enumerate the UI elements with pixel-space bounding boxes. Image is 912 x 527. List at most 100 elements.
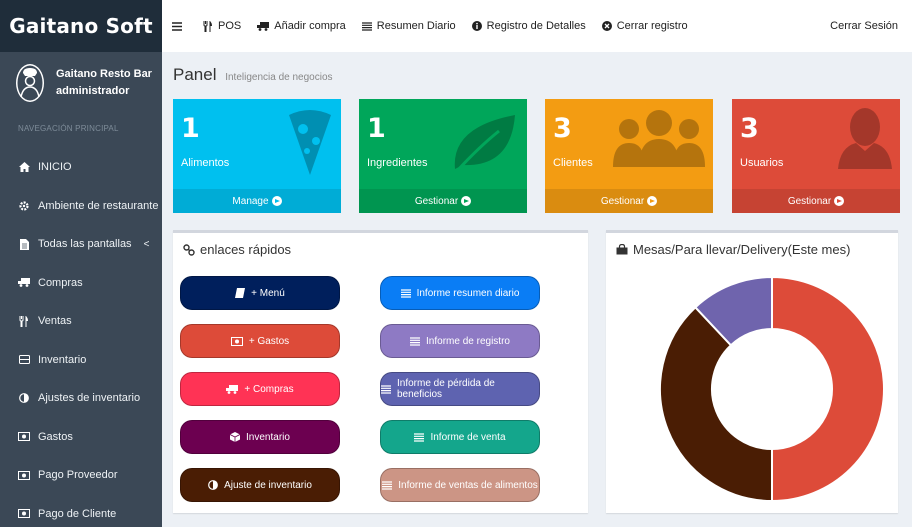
sidebar-item-ambiente[interactable]: Ambiente de restaurante <box>0 187 162 226</box>
shopping-bag-icon <box>616 244 628 255</box>
profit-loss-report-button[interactable]: Informe de pérdida de beneficios <box>380 372 540 406</box>
topbar-pos-link[interactable]: POS <box>203 20 241 32</box>
sidebar-item-pantallas[interactable]: Todas las pantallas < <box>0 225 162 264</box>
stat-count: 1 <box>367 113 386 144</box>
user-icon <box>838 107 892 172</box>
quick-links-panel: enlaces rápidos + Menú + Gastos + Compra… <box>173 230 588 513</box>
topbar-link-label: Registro de Detalles <box>486 20 586 32</box>
inventory-button[interactable]: Inventario <box>180 420 340 454</box>
stat-footer-label: Gestionar <box>600 195 645 207</box>
truck-icon <box>226 384 239 394</box>
stat-footer-link[interactable]: Manage <box>173 189 341 213</box>
register-report-button[interactable]: Informe de registro <box>380 324 540 358</box>
adjust-icon <box>18 393 30 404</box>
stat-label: Usuarios <box>740 157 784 169</box>
donut-slice-1[interactable] <box>659 305 773 503</box>
topbar-cerrar-registro-link[interactable]: Cerrar registro <box>601 20 688 32</box>
topbar-link-label: Añadir compra <box>274 20 346 32</box>
topbar-link-label: Cerrar registro <box>616 20 688 32</box>
brand-logo[interactable]: Gaitano Soft <box>0 0 162 52</box>
list-icon <box>414 432 425 442</box>
button-label: + Compras <box>244 383 294 395</box>
money-icon <box>18 432 30 442</box>
users-icon <box>613 107 705 170</box>
add-menu-button[interactable]: + Menú <box>180 276 340 310</box>
sidebar-item-label: Ajustes de inventario <box>38 392 141 405</box>
topbar-link-label: POS <box>218 20 242 32</box>
sidebar-item-label: Todas las pantallas <box>38 238 132 251</box>
user-avatar <box>14 62 46 104</box>
button-label: + Menú <box>251 287 285 299</box>
cutlery-icon <box>203 20 213 32</box>
sidebar-item-label: Ventas <box>38 315 72 328</box>
stat-label: Alimentos <box>181 157 230 169</box>
adjust-icon <box>208 480 218 490</box>
pizza-icon <box>287 107 333 180</box>
topbar-resumen-diario-link[interactable]: Resumen Diario <box>361 20 456 32</box>
orders-chart-panel: Mesas/Para llevar/Delivery(Este mes) <box>606 230 898 513</box>
list-icon <box>381 384 391 394</box>
topbar-link-label: Resumen Diario <box>376 20 456 32</box>
daily-summary-report-button[interactable]: Informe resumen diario <box>380 276 540 310</box>
stat-footer-link[interactable]: Gestionar <box>732 189 900 213</box>
add-expense-button[interactable]: + Gastos <box>180 324 340 358</box>
stat-footer-label: Gestionar <box>787 195 832 207</box>
sidebar-item-label: Gastos <box>38 430 73 443</box>
page-subtitle: Inteligencia de negocios <box>225 72 333 83</box>
topbar-registro-detalles-link[interactable]: Registro de Detalles <box>471 20 586 32</box>
user-name: Gaitano Resto Bar <box>56 68 152 80</box>
user-info: Gaitano Resto Bar administrador <box>56 66 152 100</box>
home-icon <box>18 162 30 173</box>
button-label: Informe resumen diario <box>416 287 520 299</box>
topbar-anadir-compra-link[interactable]: Añadir compra <box>257 20 346 32</box>
sidebar-item-label: Compras <box>38 276 83 289</box>
quick-links-title: enlaces rápidos <box>183 242 291 257</box>
nav-header: NAVEGACIÓN PRINCIPAL <box>18 124 119 133</box>
logout-link[interactable]: Cerrar Sesión <box>830 0 898 52</box>
sidebar: Gaitano Soft Gaitano Resto Bar administr… <box>0 0 162 527</box>
sidebar-item-label: Ambiente de restaurante <box>38 199 159 212</box>
arrow-circle-right-icon <box>647 196 658 206</box>
stat-count: 3 <box>553 113 572 144</box>
money-icon <box>230 336 243 346</box>
page-title-text: Panel <box>173 65 217 84</box>
button-label: Informe de registro <box>426 335 510 347</box>
close-circle-icon <box>601 21 612 31</box>
list-icon <box>361 21 372 31</box>
sidebar-item-ventas[interactable]: Ventas <box>0 302 162 341</box>
sidebar-item-inicio[interactable]: INICIO <box>0 148 162 187</box>
page-title: Panel Inteligencia de negocios <box>173 65 333 85</box>
sidebar-item-compras[interactable]: Compras <box>0 264 162 303</box>
sales-report-button[interactable]: Informe de venta <box>380 420 540 454</box>
button-label: Informe de ventas de alimentos <box>398 479 538 491</box>
sidebar-item-label: INICIO <box>38 161 72 174</box>
sidebar-item-pago-cliente[interactable]: Pago de Cliente <box>0 495 162 527</box>
button-label: Informe de pérdida de beneficios <box>397 378 495 400</box>
sidebar-item-ajustes[interactable]: Ajustes de inventario <box>0 379 162 418</box>
money-icon <box>18 470 30 480</box>
chevron-left-icon[interactable]: < <box>144 239 150 250</box>
button-label: Informe de venta <box>430 431 506 443</box>
gear-icon <box>18 201 30 211</box>
list-icon <box>400 288 411 298</box>
main-content: Panel Inteligencia de negocios 1 Aliment… <box>162 52 912 527</box>
stat-footer-label: Gestionar <box>414 195 459 207</box>
stat-footer-link[interactable]: Gestionar <box>359 189 527 213</box>
stat-count: 1 <box>181 113 200 144</box>
orders-donut-chart <box>659 275 885 503</box>
hamburger-icon <box>172 21 182 31</box>
inventory-adjustment-button[interactable]: Ajuste de inventario <box>180 468 340 502</box>
donut-slice-0[interactable] <box>771 275 885 503</box>
sidebar-item-label: Inventario <box>38 353 87 366</box>
stat-footer-link[interactable]: Gestionar <box>545 189 713 213</box>
user-panel: Gaitano Resto Bar administrador <box>0 52 162 114</box>
sidebar-toggle-button[interactable] <box>172 21 187 31</box>
sidebar-item-pago-proveedor[interactable]: Pago Proveedor <box>0 456 162 495</box>
food-sales-report-button[interactable]: Informe de ventas de alimentos <box>380 468 540 502</box>
sidebar-item-inventario[interactable]: Inventario <box>0 341 162 380</box>
stat-box-clientes: 3 Clientes Gestionar <box>545 99 713 213</box>
sidebar-item-gastos[interactable]: Gastos <box>0 418 162 457</box>
leaf-icon <box>449 107 519 180</box>
add-purchase-button[interactable]: + Compras <box>180 372 340 406</box>
money-icon <box>18 509 30 519</box>
